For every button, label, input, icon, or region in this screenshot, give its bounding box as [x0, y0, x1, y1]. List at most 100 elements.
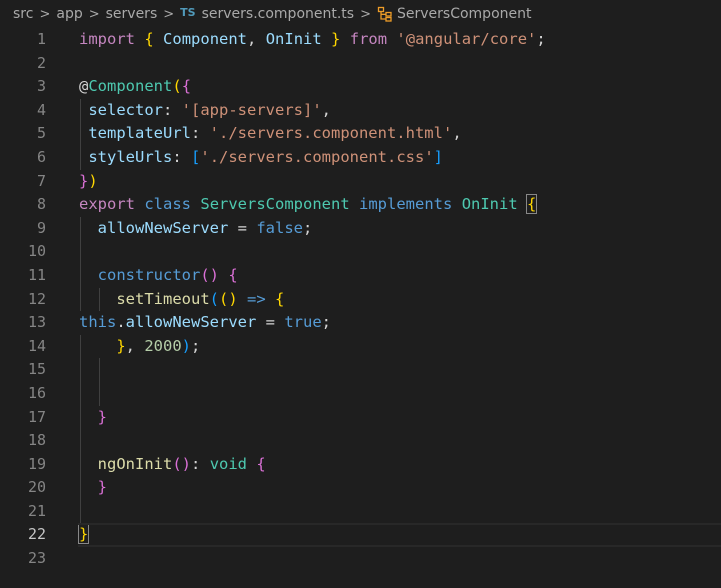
- code-line[interactable]: 16: [0, 381, 721, 406]
- code-line[interactable]: 14 }, 2000);: [0, 334, 721, 359]
- code-line[interactable]: 3 @Component({: [0, 75, 721, 99]
- code-token: from: [349, 30, 388, 48]
- code-line[interactable]: 18: [0, 429, 721, 453]
- breadcrumb-item-app[interactable]: app: [56, 6, 82, 22]
- code-token: ): [228, 289, 238, 308]
- code-line[interactable]: 9 allowNewServer = false;: [0, 216, 721, 241]
- code-token: this: [79, 313, 117, 332]
- code-token: './servers.component.html': [209, 124, 453, 143]
- code-line[interactable]: 1 import { Component, OnInit } from '@ang…: [0, 28, 721, 52]
- code-text: }: [79, 476, 107, 500]
- breadcrumb-item-servers[interactable]: servers: [106, 6, 158, 22]
- code-token: :: [163, 100, 182, 119]
- code-line[interactable]: 5 templateUrl: './servers.component.html…: [0, 122, 721, 146]
- code-token: (: [172, 77, 182, 96]
- code-line[interactable]: 12 setTimeout(() => {: [0, 287, 721, 312]
- code-line[interactable]: 2: [0, 52, 721, 76]
- code-line[interactable]: 17 }: [0, 405, 721, 430]
- code-token: '@angular/core': [396, 30, 537, 48]
- code-line[interactable]: 11 constructor() {: [0, 263, 721, 288]
- line-number: 3: [36, 77, 46, 96]
- code-text: ngOnInit(): void {: [79, 453, 266, 477]
- code-token: [: [191, 147, 201, 166]
- code-line[interactable]: 10: [0, 240, 721, 264]
- code-text: styleUrls: ['./servers.component.css']: [79, 146, 443, 170]
- code-token: :: [191, 124, 210, 143]
- breadcrumb-item-file[interactable]: servers.component.ts: [202, 6, 355, 22]
- code-token: setTimeout: [116, 289, 210, 308]
- code-line[interactable]: 7}): [0, 170, 721, 194]
- code-line[interactable]: 22}: [0, 523, 721, 547]
- breadcrumb-item-src[interactable]: src: [13, 6, 33, 22]
- code-token: ServersComponent: [200, 195, 350, 214]
- code-token: ): [181, 336, 192, 355]
- code-line[interactable]: 6 styleUrls: ['./servers.component.css']: [0, 145, 721, 170]
- code-token: (: [200, 265, 210, 284]
- code-text: }: [79, 406, 107, 430]
- code-token: :: [191, 454, 210, 473]
- code-editor[interactable]: 1 import { Component, OnInit } from '@ang…: [0, 28, 721, 571]
- code-line[interactable]: 13 this.allowNewServer = true;: [0, 311, 721, 335]
- code-token: ,: [452, 124, 462, 143]
- code-line[interactable]: 8 export class ServersComponent implement…: [0, 193, 721, 217]
- code-line[interactable]: 15: [0, 358, 721, 382]
- code-line[interactable]: 23: [0, 547, 721, 571]
- breadcrumb: src > app > servers > TS servers.compone…: [0, 0, 721, 28]
- indent-guide: [99, 381, 100, 406]
- line-number: 9: [36, 218, 46, 237]
- code-token: }: [79, 171, 89, 190]
- code-token: class: [144, 195, 192, 214]
- typescript-file-icon: TS: [180, 5, 196, 19]
- code-token: ,: [125, 336, 145, 355]
- line-number: 22: [27, 525, 46, 544]
- code-token: .: [116, 313, 126, 332]
- code-line[interactable]: 21: [0, 499, 721, 524]
- line-number: 8: [36, 195, 46, 214]
- line-number: 7: [36, 171, 46, 190]
- line-number: 15: [27, 360, 46, 379]
- code-token: ): [88, 171, 98, 190]
- code-token: ;: [191, 336, 201, 355]
- code-token: (: [209, 289, 219, 308]
- code-token: {: [525, 194, 538, 215]
- code-line[interactable]: 19 ngOnInit(): void {: [0, 452, 721, 477]
- breadcrumb-item-symbol[interactable]: ServersComponent: [397, 6, 531, 22]
- code-text: this.allowNewServer = true;: [79, 311, 331, 335]
- code-text: constructor() {: [79, 264, 238, 288]
- line-number: 10: [27, 242, 46, 261]
- indent-guide: [80, 358, 81, 382]
- line-number: 20: [27, 478, 46, 497]
- code-token: }: [77, 524, 90, 545]
- code-token: '[app-servers]': [181, 100, 322, 119]
- code-text: @Component({: [79, 75, 191, 99]
- line-number: 6: [36, 147, 46, 166]
- line-number: 21: [27, 501, 46, 520]
- code-token: }: [97, 407, 108, 426]
- code-token: selector: [88, 100, 163, 119]
- line-number: 14: [27, 336, 46, 355]
- code-token: {: [144, 30, 154, 48]
- code-text: }): [79, 170, 98, 194]
- chevron-right-icon: >: [39, 6, 51, 22]
- code-token: @: [79, 77, 89, 96]
- class-symbol-icon: [377, 6, 393, 22]
- line-number: 4: [36, 100, 46, 119]
- code-line[interactable]: 4 selector: '[app-servers]',: [0, 98, 721, 123]
- code-line[interactable]: 20 }: [0, 476, 721, 500]
- code-token: (: [172, 454, 182, 473]
